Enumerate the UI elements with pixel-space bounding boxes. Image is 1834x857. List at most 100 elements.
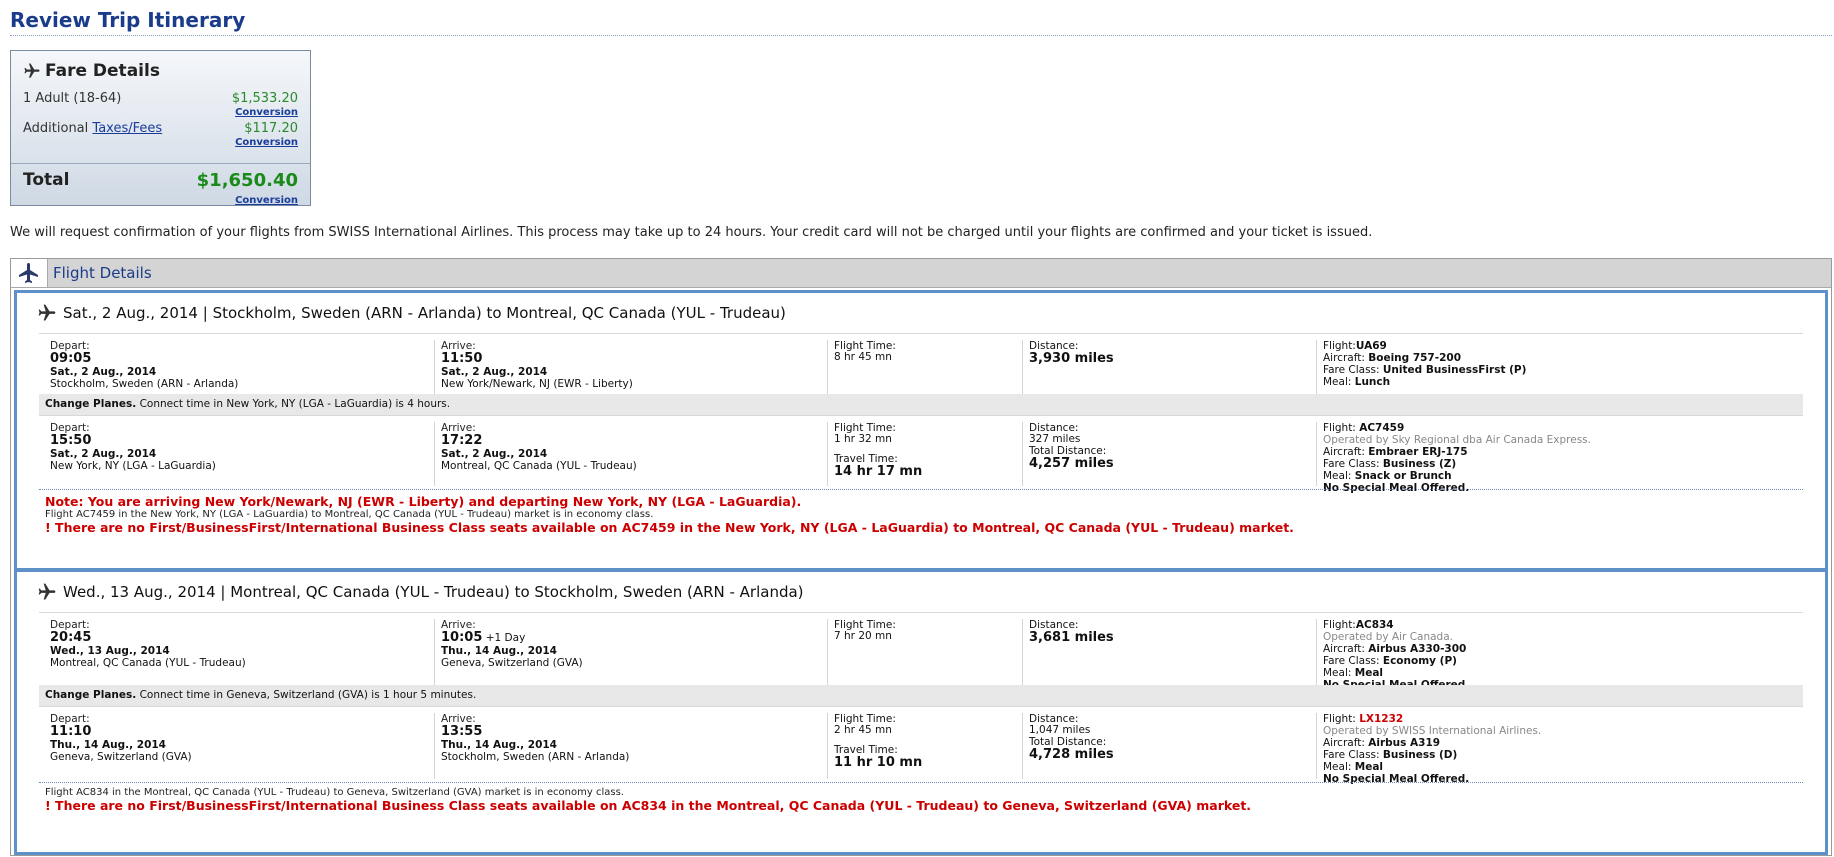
flight-label: Flight: [1323, 340, 1356, 352]
airplane-icon [24, 63, 40, 78]
total-distance: 4,257 miles [1029, 456, 1114, 471]
adult-label: 1 Adult (18-64) [23, 91, 122, 106]
fare-class-label: Fare Class: [1323, 749, 1380, 761]
travel-time: 11 hr 10 mn [834, 755, 923, 770]
adult-conversion-link[interactable]: Conversion [235, 107, 298, 118]
flight-number: UA69 [1355, 340, 1387, 352]
arrive-place: Montreal, QC Canada (YUL - Trudeau) [441, 460, 637, 472]
flight-segment: Depart: 20:45 Wed., 13 Aug., 2014 Montre… [39, 612, 1803, 691]
page-title: Review Trip Itinerary [10, 8, 1832, 36]
taxes-conversion-link[interactable]: Conversion [235, 137, 298, 148]
economy-note: Flight AC7459 in the New York, NY (LGA -… [45, 509, 654, 520]
flight-time: 1 hr 32 mn [834, 433, 892, 445]
meal-label: Meal: [1323, 470, 1352, 482]
depart-date: Thu., 14 Aug., 2014 [50, 739, 166, 751]
arrive-time: 11:50 [441, 351, 483, 366]
taxes-amount: $117.20 [244, 121, 298, 136]
depart-date: Sat., 2 Aug., 2014 [50, 448, 157, 460]
operated-by: Operated by SWISS International Airlines… [1323, 725, 1542, 737]
meal: Snack or Brunch [1354, 470, 1452, 482]
taxes-fare-row: Additional Taxes/Fees $117.20 Conversion [23, 121, 298, 151]
distance: 3,681 miles [1029, 630, 1114, 645]
operated-by: Operated by Air Canada. [1323, 631, 1453, 643]
connection-text: Connect time in New York, NY (LGA - LaGu… [139, 398, 451, 410]
aircraft: Boeing 757-200 [1368, 352, 1462, 364]
flight-time: 2 hr 45 mn [834, 724, 892, 736]
fare-class-label: Fare Class: [1323, 458, 1380, 470]
arrive-place: New York/Newark, NJ (EWR - Liberty) [441, 378, 633, 390]
arrive-time: 10:05 [441, 630, 483, 645]
fare-class: Business (Z) [1382, 458, 1457, 470]
trip-notes: Note: You are arriving New York/Newark, … [39, 489, 1803, 540]
meal: Lunch [1354, 376, 1391, 388]
economy-note: Flight AC834 in the Montreal, QC Canada … [45, 787, 624, 798]
arrive-date: Thu., 14 Aug., 2014 [441, 739, 557, 751]
flight-number: AC7459 [1359, 422, 1405, 434]
fare-details-box: Fare Details 1 Adult (18-64) $1,533.20 C… [10, 50, 311, 206]
arrive-place: Stockholm, Sweden (ARN - Arlanda) [441, 751, 630, 763]
depart-place: Geneva, Switzerland (GVA) [50, 751, 192, 763]
total-conversion-link[interactable]: Conversion [235, 195, 298, 206]
trip-return: Wed., 13 Aug., 2014 | Montreal, QC Canad… [14, 569, 1828, 855]
aircraft: Airbus A330-300 [1368, 643, 1467, 655]
availability-warning: ! There are no First/BusinessFirst/Inter… [45, 798, 1252, 813]
depart-place: New York, NY (LGA - LaGuardia) [50, 460, 216, 472]
availability-warning: ! There are no First/BusinessFirst/Inter… [45, 520, 1294, 535]
distance: 327 miles [1029, 433, 1081, 445]
fare-details-title: Fare Details [45, 61, 160, 81]
depart-time: 09:05 [50, 351, 92, 366]
trip-header-text: Sat., 2 Aug., 2014 | Stockholm, Sweden (… [63, 304, 786, 322]
meal: Meal [1354, 667, 1384, 679]
aircraft-label: Aircraft: [1323, 737, 1365, 749]
aircraft-label: Aircraft: [1323, 352, 1365, 364]
distance: 1,047 miles [1029, 724, 1091, 736]
flight-segment: Depart: 15:50 Sat., 2 Aug., 2014 New Yor… [39, 415, 1803, 494]
connection-info: Change Planes. Connect time in New York,… [39, 394, 1803, 415]
flight-segment: Depart: 11:10 Thu., 14 Aug., 2014 Geneva… [39, 706, 1803, 785]
flight-label: Flight: [1323, 619, 1356, 631]
adult-fare-row: 1 Adult (18-64) $1,533.20 Conversion [23, 91, 298, 121]
flight-time: 8 hr 45 mn [834, 351, 892, 363]
travel-time: 14 hr 17 mn [834, 464, 923, 479]
meal: Meal [1354, 761, 1384, 773]
total-distance: 4,728 miles [1029, 747, 1114, 762]
connection-text: Connect time in Geneva, Switzerland (GVA… [139, 689, 477, 701]
change-planes-label: Change Planes. [45, 398, 137, 410]
fare-class-label: Fare Class: [1323, 364, 1380, 376]
fare-total-row: Total $1,650.40 Conversion [11, 163, 310, 206]
flight-segment: Depart: 09:05 Sat., 2 Aug., 2014 Stockho… [39, 333, 1803, 394]
fare-class: Economy (P) [1382, 655, 1457, 667]
fare-details-heading: Fare Details [23, 61, 160, 81]
connection-info: Change Planes. Connect time in Geneva, S… [39, 685, 1803, 706]
arrive-place: Geneva, Switzerland (GVA) [441, 657, 583, 669]
airplane-icon [19, 263, 38, 283]
arrive-date: Sat., 2 Aug., 2014 [441, 366, 548, 378]
airplane-icon [38, 583, 56, 600]
trip-header: Sat., 2 Aug., 2014 | Stockholm, Sweden (… [37, 303, 786, 323]
arrive-time: 17:22 [441, 433, 483, 448]
aircraft: Airbus A319 [1368, 737, 1441, 749]
meal-label: Meal: [1323, 376, 1352, 388]
flight-label: Flight: [1323, 422, 1356, 434]
trip-header-text: Wed., 13 Aug., 2014 | Montreal, QC Canad… [63, 583, 804, 601]
plus-day: +1 Day [485, 632, 526, 644]
trip-notes: Flight AC834 in the Montreal, QC Canada … [39, 782, 1803, 823]
flight-details-title: Flight Details [53, 264, 152, 282]
fare-class: United BusinessFirst (P) [1382, 364, 1527, 376]
aircraft-label: Aircraft: [1323, 643, 1365, 655]
flight-label: Flight: [1323, 713, 1356, 725]
arrive-date: Thu., 14 Aug., 2014 [441, 645, 557, 657]
aircraft-label: Aircraft: [1323, 446, 1365, 458]
depart-date: Sat., 2 Aug., 2014 [50, 366, 157, 378]
depart-place: Stockholm, Sweden (ARN - Arlanda) [50, 378, 239, 390]
trip-outbound: Sat., 2 Aug., 2014 | Stockholm, Sweden (… [14, 290, 1828, 571]
fare-class: Business (D) [1382, 749, 1458, 761]
depart-time: 20:45 [50, 630, 92, 645]
confirmation-notice: We will request confirmation of your fli… [10, 225, 1373, 240]
flight-details-panel: Flight Details Sat., 2 Aug., 2014 | Stoc… [10, 258, 1832, 856]
flight-details-header: Flight Details [11, 259, 1831, 288]
operated-by: Operated by Sky Regional dba Air Canada … [1323, 434, 1591, 446]
aircraft: Embraer ERJ-175 [1368, 446, 1468, 458]
taxes-fees-link[interactable]: Taxes/Fees [92, 121, 162, 136]
flight-number: AC834 [1355, 619, 1394, 631]
